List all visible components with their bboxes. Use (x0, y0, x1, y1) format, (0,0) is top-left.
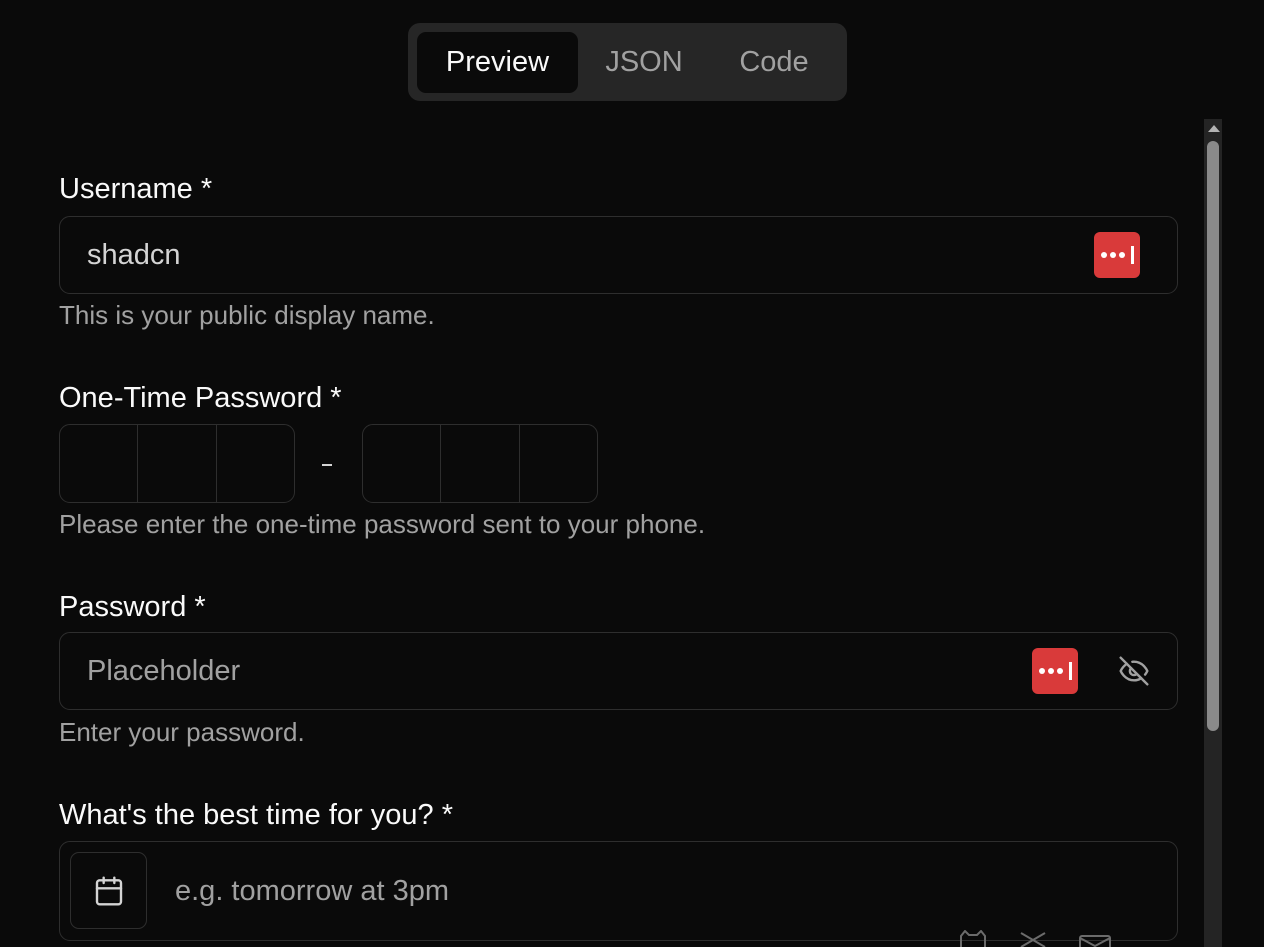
best-time-placeholder: e.g. tomorrow at 3pm (175, 874, 449, 907)
tab-code[interactable]: Code (710, 32, 838, 93)
otp-slot[interactable] (520, 425, 597, 502)
x-icon[interactable] (1018, 930, 1048, 947)
username-label: Username * (59, 173, 213, 205)
username-input[interactable]: shadcn (59, 216, 1178, 294)
otp-slot[interactable] (363, 425, 442, 502)
scroll-thumb[interactable] (1207, 141, 1219, 731)
password-manager-icon[interactable] (1094, 232, 1140, 278)
scroll-up-arrow-icon[interactable] (1208, 125, 1220, 132)
tab-json[interactable]: JSON (578, 32, 710, 93)
otp-slot[interactable] (138, 425, 217, 502)
password-manager-icon[interactable] (1032, 648, 1078, 694)
username-description: This is your public display name. (59, 300, 435, 330)
otp-description: Please enter the one-time password sent … (59, 509, 706, 539)
scrollbar[interactable] (1204, 119, 1222, 947)
password-input[interactable]: Placeholder (59, 632, 1178, 710)
calendar-icon (95, 875, 122, 906)
tab-preview[interactable]: Preview (417, 31, 578, 93)
github-icon[interactable] (958, 930, 988, 947)
best-time-input[interactable]: e.g. tomorrow at 3pm (59, 841, 1178, 941)
otp-separator (322, 464, 332, 466)
best-time-label: What's the best time for you? * (59, 799, 453, 831)
password-description: Enter your password. (59, 717, 305, 747)
password-label: Password * (59, 591, 206, 623)
otp-slot[interactable] (441, 425, 520, 502)
otp-slot[interactable] (217, 425, 294, 502)
username-value: shadcn (87, 238, 181, 271)
view-tabs: Preview JSON Code (408, 23, 847, 101)
password-placeholder: Placeholder (87, 654, 241, 687)
mail-icon[interactable] (1078, 930, 1112, 947)
otp-group-2 (362, 424, 598, 503)
otp-slot[interactable] (60, 425, 139, 502)
otp-group-1 (59, 424, 295, 503)
eye-off-icon[interactable] (1116, 655, 1152, 687)
calendar-button[interactable] (70, 852, 147, 929)
otp-label: One-Time Password * (59, 382, 342, 414)
